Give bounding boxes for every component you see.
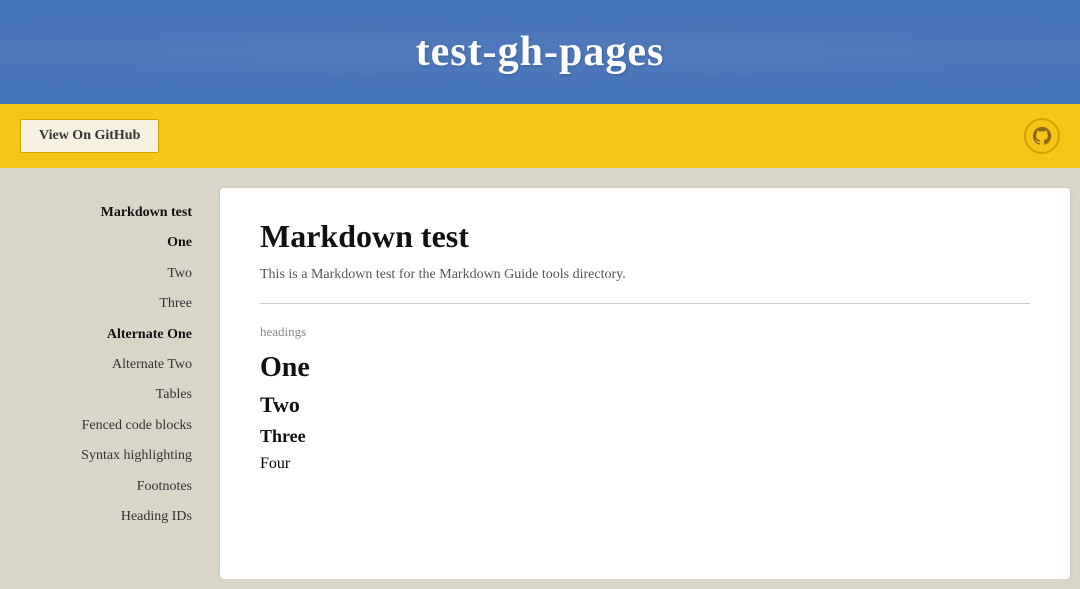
sidebar-item-tables[interactable]: Tables: [10, 380, 200, 410]
main-layout: Markdown testOneTwoThreeAlternate OneAlt…: [0, 168, 1080, 579]
section-divider: [260, 303, 1030, 304]
github-icon[interactable]: [1024, 118, 1060, 154]
sidebar-item-markdown-test[interactable]: Markdown test: [10, 198, 200, 228]
sidebar-item-fenced-code-blocks[interactable]: Fenced code blocks: [10, 411, 200, 441]
sidebar: Markdown testOneTwoThreeAlternate OneAlt…: [10, 188, 210, 579]
site-title: test-gh-pages: [20, 28, 1060, 76]
content-heading-4: Four: [260, 455, 1030, 473]
sidebar-item-three[interactable]: Three: [10, 289, 200, 319]
headings-container: One Two Three Four: [260, 352, 1030, 473]
sidebar-item-alternate-two[interactable]: Alternate Two: [10, 350, 200, 380]
section-label: headings: [260, 324, 1030, 340]
sidebar-item-heading-ids[interactable]: Heading IDs: [10, 502, 200, 532]
navbar: View On GitHub: [0, 104, 1080, 168]
page-header: test-gh-pages: [0, 0, 1080, 104]
content-subtitle: This is a Markdown test for the Markdown…: [260, 267, 1030, 283]
content-heading-1: One: [260, 352, 1030, 384]
sidebar-item-footnotes[interactable]: Footnotes: [10, 472, 200, 502]
content-heading-2: Two: [260, 392, 1030, 418]
content-title: Markdown test: [260, 218, 1030, 255]
content-area: Markdown test This is a Markdown test fo…: [220, 188, 1070, 579]
sidebar-item-alternate-one[interactable]: Alternate One: [10, 320, 200, 350]
content-heading-3: Three: [260, 426, 1030, 447]
sidebar-item-two[interactable]: Two: [10, 259, 200, 289]
sidebar-item-syntax-highlighting[interactable]: Syntax highlighting: [10, 441, 200, 471]
view-on-github-button[interactable]: View On GitHub: [20, 119, 159, 153]
sidebar-item-one[interactable]: One: [10, 228, 200, 258]
